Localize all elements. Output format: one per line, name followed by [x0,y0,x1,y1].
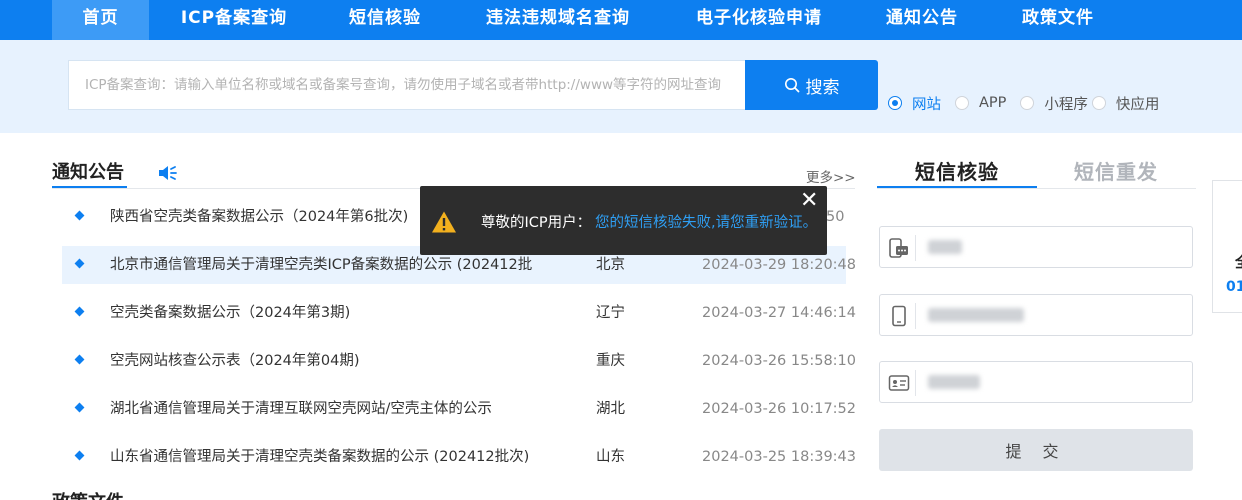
diamond-bullet-icon [74,258,85,269]
notices-title-underline [52,186,127,188]
radio-label: 快应用 [1115,96,1160,113]
speaker-icon [159,166,177,180]
radio-label: 网站 [912,96,941,113]
nav-item-icp-query[interactable]: ICP备案查询 [168,0,300,40]
tab-sms-resend[interactable]: 短信重发 [1074,156,1158,185]
nav-item-policy[interactable]: 政策文件 [1008,0,1108,40]
notice-province: 重庆 [596,353,625,369]
notice-row[interactable]: 空壳网站核查公示表（2024年第04期) 重庆 2024-03-26 15:58… [62,342,856,380]
field-separator [915,235,916,261]
nav-item-e-verify-apply[interactable]: 电子化核验申请 [682,0,836,40]
side-card-text: 全 [1235,251,1242,272]
masked-value [928,240,962,254]
side-card: 全 01 [1212,180,1242,313]
phone-message-icon [889,238,908,258]
diamond-bullet-icon [74,210,85,221]
notice-time: 2024-03-27 14:46:14 [702,305,856,321]
search-icon [784,78,799,93]
close-icon[interactable]: ✕ [800,189,818,213]
diamond-bullet-icon [74,450,85,461]
more-notices-link[interactable]: 更多>> [806,166,856,186]
error-toast: 尊敬的ICP用户： 您的短信核验失败,请您重新验证。 ✕ [420,186,827,255]
phone-input[interactable] [928,233,1178,261]
phone-field[interactable] [879,226,1193,268]
code-field[interactable] [879,294,1193,336]
search-button[interactable]: 搜索 [745,60,878,110]
field-separator [915,303,916,329]
nav-item-home[interactable]: 首页 [52,0,149,40]
diamond-bullet-icon [74,354,85,365]
policy-title: 政策文件 [52,488,124,500]
notice-province: 山东 [596,449,625,465]
toast-label: 尊敬的ICP用户： [481,215,592,231]
radio-dot [1020,96,1035,110]
radio-website[interactable]: 网站 [888,93,941,114]
id-card-icon [888,375,910,391]
notice-title: 湖北省通信管理局关于清理互联网空壳网站/空壳主体的公示 [110,401,492,417]
warning-icon [432,211,456,233]
notice-time: 2024-03-26 15:58:10 [702,353,856,369]
toast-message: 您的短信核验失败,请您重新验证。 [595,215,818,231]
masked-value [928,308,1024,322]
notice-province: 湖北 [596,401,625,417]
radio-dot [1091,96,1106,110]
nav-item-notices[interactable]: 通知公告 [872,0,972,40]
side-card-number: 01 [1226,279,1242,295]
tab-divider [877,188,1196,189]
mobile-phone-icon [892,305,906,327]
masked-value [928,375,980,389]
nav-item-sms-verify[interactable]: 短信核验 [334,0,436,40]
notice-time: 2024-03-26 10:17:52 [702,401,856,417]
radio-quick-app[interactable]: 快应用 [1091,93,1160,114]
notice-row[interactable]: 山东省通信管理局关于清理空壳类备案数据的公示 (202412批次) 山东 202… [62,438,856,476]
nav-item-illegal-domain[interactable]: 违法违规域名查询 [470,0,646,40]
radio-label: 小程序 [1044,96,1088,113]
notice-row[interactable]: 湖北省通信管理局关于清理互联网空壳网站/空壳主体的公示 湖北 2024-03-2… [62,390,856,428]
search-button-label: 搜索 [805,77,840,98]
diamond-bullet-icon [74,402,85,413]
notice-title: 空壳类备案数据公示（2024年第3期) [110,305,351,321]
field-separator [915,370,916,396]
radio-dot [888,96,902,110]
submit-button[interactable]: 提 交 [879,429,1193,471]
diamond-bullet-icon [74,306,85,317]
id-field[interactable] [879,361,1193,403]
notice-title: 山东省通信管理局关于清理空壳类备案数据的公示 (202412批次) [110,449,530,465]
radio-app[interactable]: APP [955,95,1006,111]
tab-active-underline [877,186,1037,188]
notices-title: 通知公告 [52,162,124,183]
notice-time: 2024-03-25 18:39:43 [702,449,856,465]
search-type-group: 网站 APP 小程序 快应用 [888,92,1173,114]
radio-mini-program[interactable]: 小程序 [1020,93,1088,114]
notice-province: 辽宁 [596,305,625,321]
search-input[interactable] [68,60,745,110]
radio-label: APP [979,95,1007,111]
radio-dot [955,96,969,110]
tab-sms-verify[interactable]: 短信核验 [915,156,999,185]
notice-time: 50 [826,209,845,225]
notice-row[interactable]: 空壳类备案数据公示（2024年第3期) 辽宁 2024-03-27 14:46:… [62,294,856,332]
notice-title: 空壳网站核查公示表（2024年第04期) [110,353,360,369]
top-nav: 首页 ICP备案查询 短信核验 违法违规域名查询 电子化核验申请 通知公告 政策… [0,0,1242,40]
